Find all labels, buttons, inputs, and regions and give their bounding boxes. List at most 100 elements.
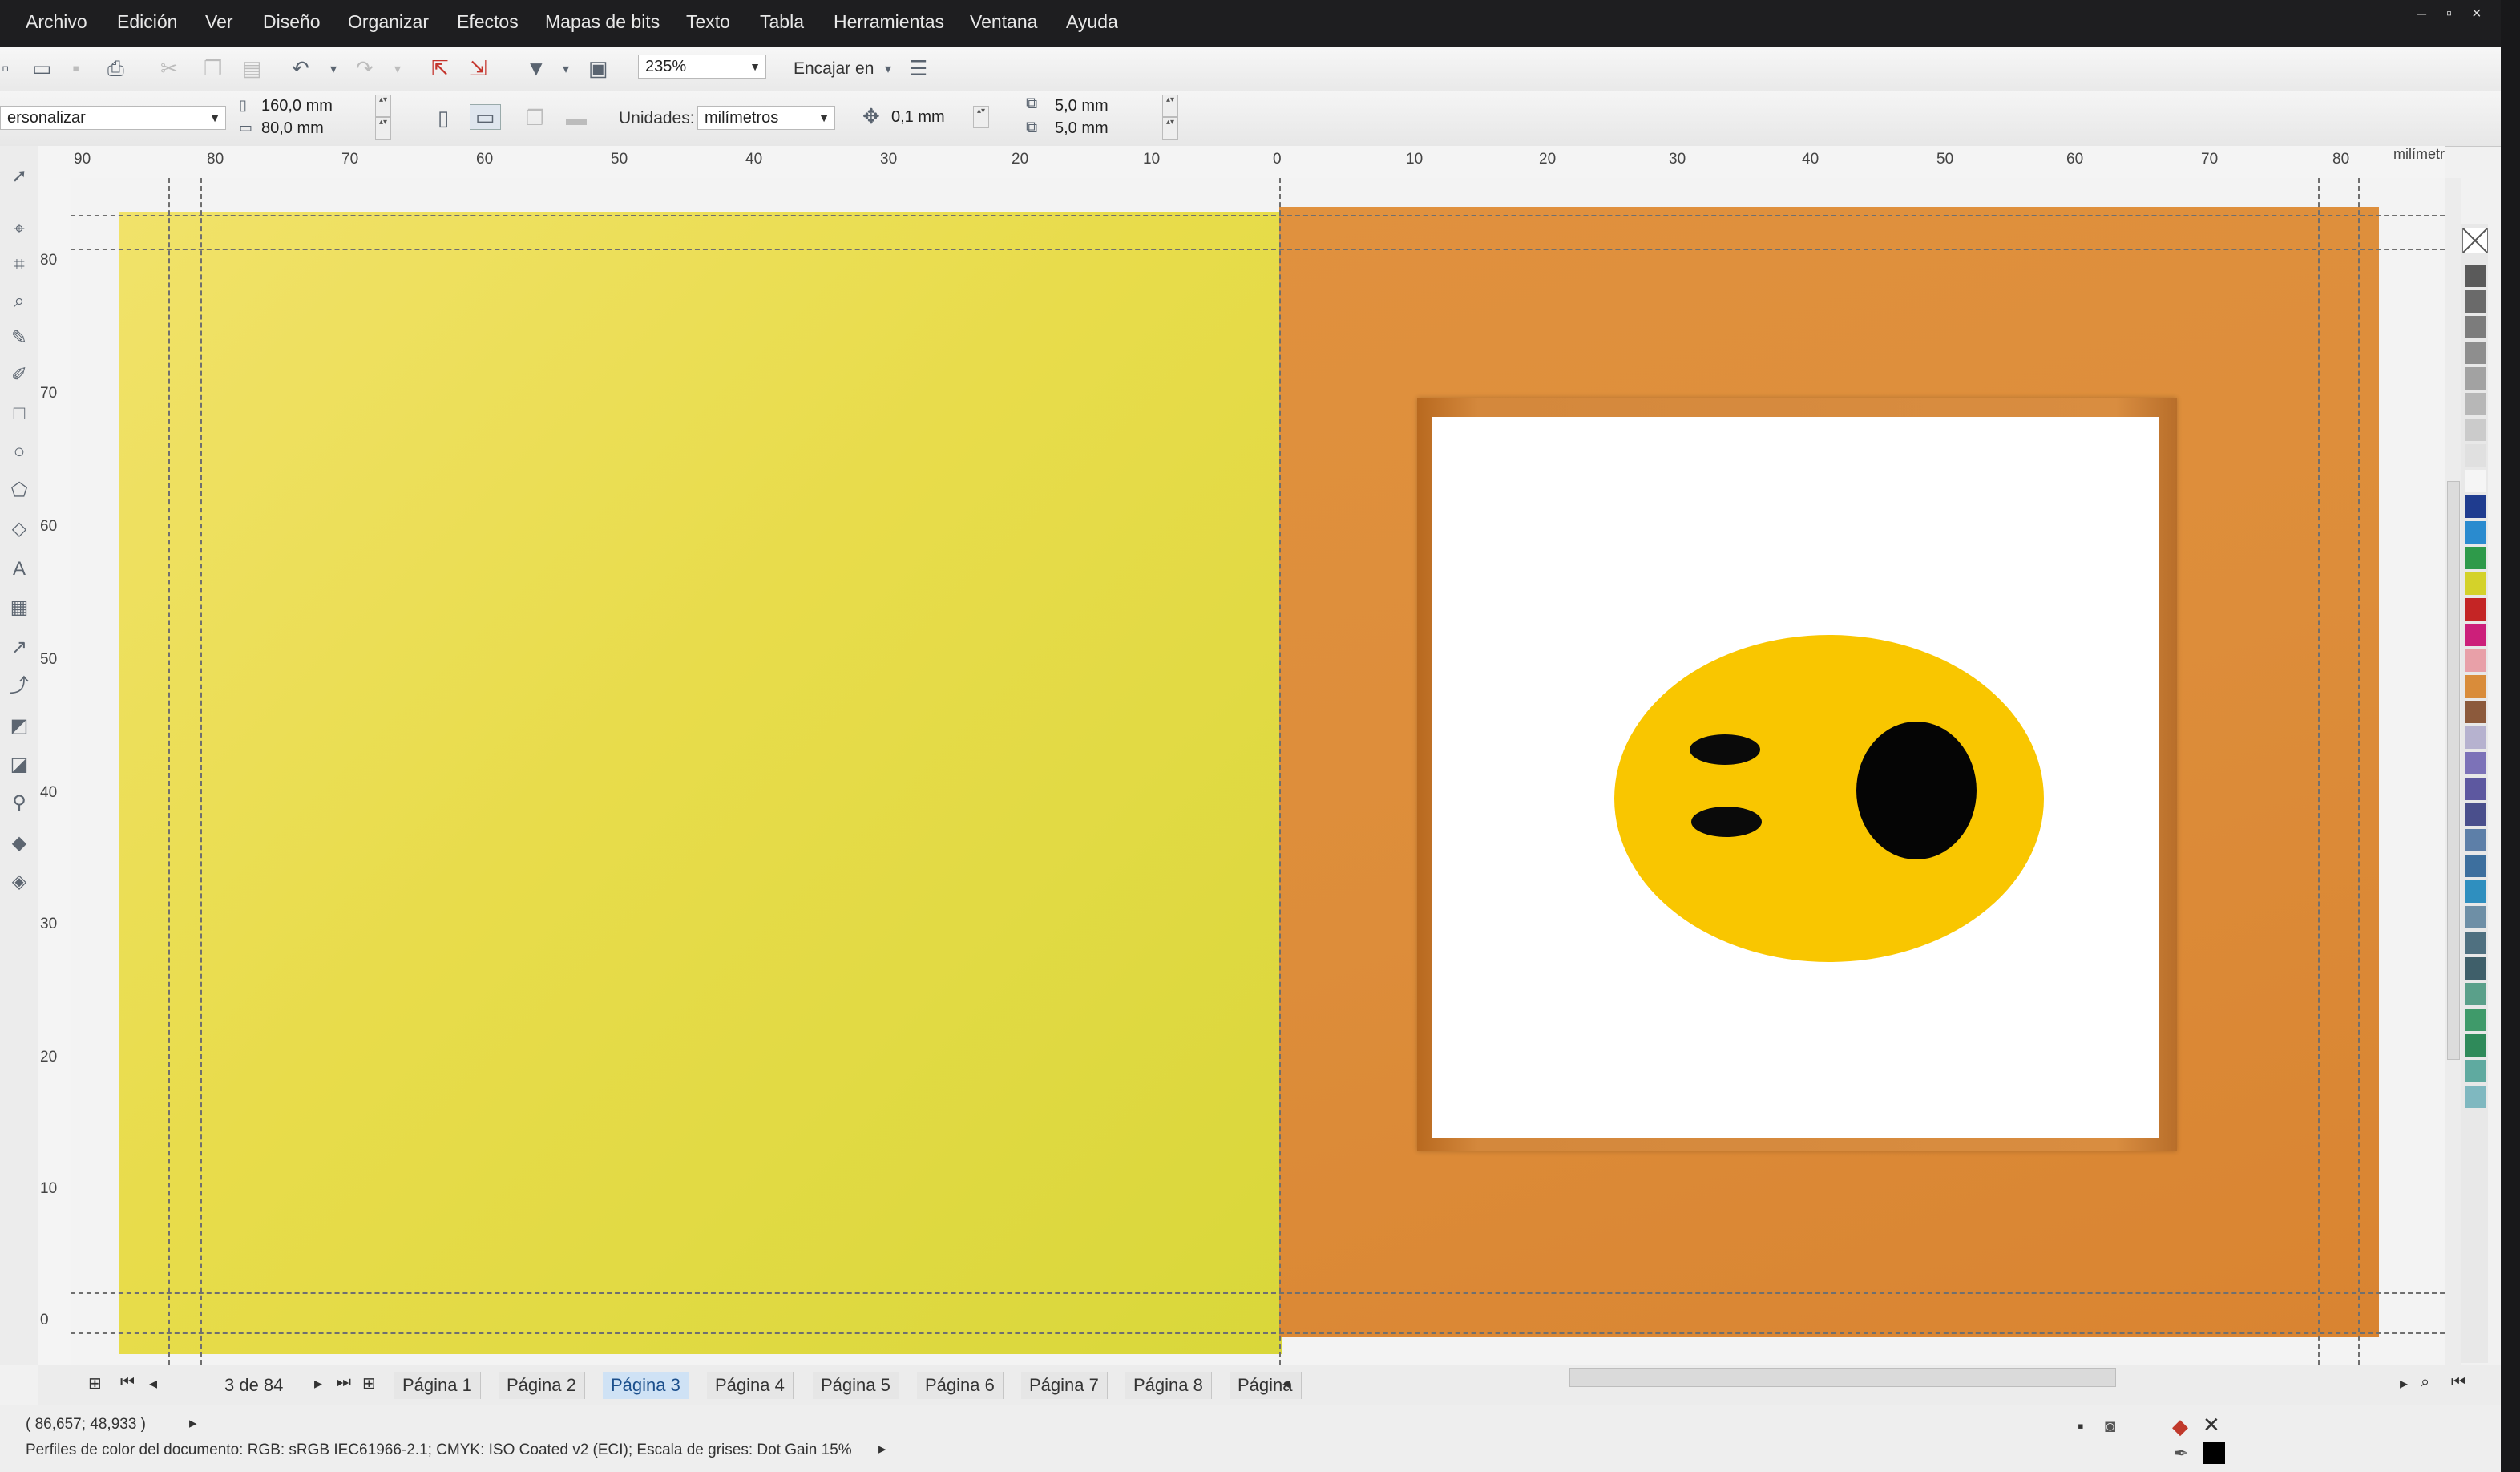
left-yellow-panel[interactable] (119, 212, 1282, 1354)
page-width-spinner[interactable]: ▴▾ (375, 95, 391, 117)
import-icon[interactable]: ⇱ (431, 56, 449, 80)
dimension-icon[interactable]: ↗ (5, 633, 34, 662)
zoom-dropdown-icon[interactable]: ▼ (749, 55, 761, 78)
palette-swatch[interactable] (2465, 649, 2486, 672)
palette-swatch[interactable] (2465, 1009, 2486, 1031)
next-page-icon[interactable]: ▸ (314, 1373, 322, 1393)
snap-to-button[interactable]: Encajar en (794, 59, 874, 79)
nudge-spinner[interactable]: ▴▾ (973, 106, 989, 128)
crop-icon[interactable]: ⌗ (5, 250, 34, 279)
menu-ventana[interactable]: Ventana (970, 11, 1037, 33)
portrait-icon[interactable]: ▯ (438, 106, 449, 130)
palette-swatch[interactable] (2465, 675, 2486, 698)
emoji-face[interactable] (1614, 635, 2044, 962)
guide-line-right-inner[interactable] (2318, 178, 2320, 1365)
guide-line-center[interactable] (1279, 178, 1281, 1365)
palette-swatch[interactable] (2465, 701, 2486, 723)
shape-icon[interactable]: ⌖ (5, 215, 34, 244)
vertical-ruler[interactable]: 80 70 60 50 40 30 20 10 0 (38, 178, 71, 1365)
redo-dropdown-icon[interactable]: ▾ (394, 58, 401, 82)
palette-swatch[interactable] (2465, 803, 2486, 826)
palette-swatch[interactable] (2465, 778, 2486, 800)
export-icon[interactable]: ⇲ (470, 56, 487, 80)
palette-swatch[interactable] (2465, 598, 2486, 621)
smart-fill-icon[interactable]: ◈ (5, 867, 34, 896)
all-pages-icon[interactable]: ❐ (526, 106, 544, 130)
palette-swatch[interactable] (2465, 521, 2486, 544)
save-icon[interactable]: ▪ (72, 56, 79, 80)
palette-swatch[interactable] (2465, 1086, 2486, 1108)
menu-texto[interactable]: Texto (686, 11, 730, 33)
page-height-spinner[interactable]: ▴▾ (375, 117, 391, 140)
snapshot-icon[interactable]: ◙ (2105, 1416, 2115, 1437)
page-tab-3[interactable]: Página 3 (603, 1372, 689, 1399)
page-tab-6[interactable]: Página 6 (917, 1372, 1004, 1399)
outline-color-indicator[interactable] (2203, 1442, 2225, 1464)
no-color-swatch[interactable] (2462, 228, 2488, 253)
menu-organizar[interactable]: Organizar (348, 11, 429, 33)
palette-swatch[interactable] (2465, 342, 2486, 364)
first-page-icon[interactable]: ⏮ (120, 1373, 135, 1392)
palette-swatch[interactable] (2465, 1060, 2486, 1082)
duplicate-x-spinner[interactable]: ▴▾ (1162, 95, 1178, 117)
last-page-icon[interactable]: ⏭ (337, 1373, 351, 1392)
palette-swatch[interactable] (2465, 470, 2486, 492)
previous-page-icon[interactable]: ◂ (149, 1373, 157, 1393)
palette-swatch[interactable] (2465, 880, 2486, 903)
tabs-scroll-left-icon[interactable]: ◂ (1282, 1373, 1290, 1393)
units-dropdown-icon[interactable]: ▼ (818, 107, 830, 129)
fill-indicator-icon[interactable]: ◆ (2172, 1414, 2188, 1439)
palette-swatch[interactable] (2465, 957, 2486, 980)
options-icon[interactable]: ☰ (909, 56, 927, 80)
polygon-icon[interactable]: ⬠ (5, 476, 34, 505)
guide-line-bottom-inner[interactable] (71, 1292, 2445, 1294)
color-profile-arrow-icon[interactable]: ▸ (878, 1440, 886, 1458)
palette-first-icon[interactable]: ⏮ (2451, 1373, 2465, 1392)
connector-icon[interactable]: ⤴ (5, 672, 34, 701)
page-height-field[interactable]: 80,0 mm (255, 117, 374, 140)
palette-swatch[interactable] (2465, 726, 2486, 749)
palette-swatch[interactable] (2465, 419, 2486, 441)
ellipse-icon[interactable]: ○ (5, 438, 34, 467)
duplicate-y-spinner[interactable]: ▴▾ (1162, 117, 1178, 140)
menu-mapas-de-bits[interactable]: Mapas de bits (545, 11, 660, 33)
table-icon[interactable]: ▦ (5, 593, 34, 622)
units-select[interactable]: milímetros ▼ (697, 106, 835, 130)
page-tab-5[interactable]: Página 5 (813, 1372, 899, 1399)
add-page-after-icon[interactable]: ⊞ (362, 1373, 376, 1393)
menu-efectos[interactable]: Efectos (457, 11, 519, 33)
blend-icon[interactable]: ◩ (5, 712, 34, 741)
close-button[interactable]: × (2472, 5, 2482, 23)
guide-line-top-inner[interactable] (71, 249, 2445, 250)
hscroll-right-icon[interactable]: ▸ (2400, 1373, 2408, 1393)
horizontal-ruler[interactable]: milímetros 90 80 70 60 50 40 30 20 10 0 10 20 30 40 50… (38, 146, 2445, 179)
preset-dropdown-icon[interactable]: ▼ (209, 107, 220, 129)
freehand-icon[interactable]: ✎ (5, 324, 34, 353)
cut-icon[interactable]: ✂ (160, 56, 178, 80)
new-icon[interactable]: ▫ (2, 56, 9, 80)
menu-herramientas[interactable]: Herramientas (834, 11, 944, 33)
redo-icon[interactable]: ↷ (356, 56, 374, 80)
rectangle-icon[interactable]: □ (5, 399, 34, 428)
publish-icon[interactable]: ▼ (526, 56, 547, 80)
eyedropper-icon[interactable]: ⚲ (5, 789, 34, 818)
palette-swatch[interactable] (2465, 572, 2486, 595)
basic-shapes-icon[interactable]: ◇ (5, 515, 34, 544)
menu-diseno[interactable]: Diseño (263, 11, 321, 33)
nudge-distance-field[interactable]: 0,1 mm (885, 106, 973, 130)
transparency-icon[interactable]: ◪ (5, 750, 34, 779)
palette-swatch[interactable] (2465, 290, 2486, 313)
duplicate-x-field[interactable]: 5,0 mm (1048, 95, 1161, 117)
undo-icon[interactable]: ↶ (292, 56, 309, 80)
palette-swatch[interactable] (2465, 367, 2486, 390)
landscape-icon[interactable]: ▭ (470, 104, 501, 130)
palette-swatch[interactable] (2465, 829, 2486, 851)
page-tab-1[interactable]: Página 1 (394, 1372, 481, 1399)
page-tab-2[interactable]: Página 2 (499, 1372, 585, 1399)
palette-swatch[interactable] (2465, 855, 2486, 877)
duplicate-y-field[interactable]: 5,0 mm (1048, 117, 1161, 140)
menu-ver[interactable]: Ver (205, 11, 233, 33)
page-size-preset-select[interactable]: ersonalizar ▼ (0, 106, 226, 130)
guide-line-right[interactable] (2358, 178, 2360, 1365)
open-icon[interactable]: ▭ (32, 56, 52, 80)
